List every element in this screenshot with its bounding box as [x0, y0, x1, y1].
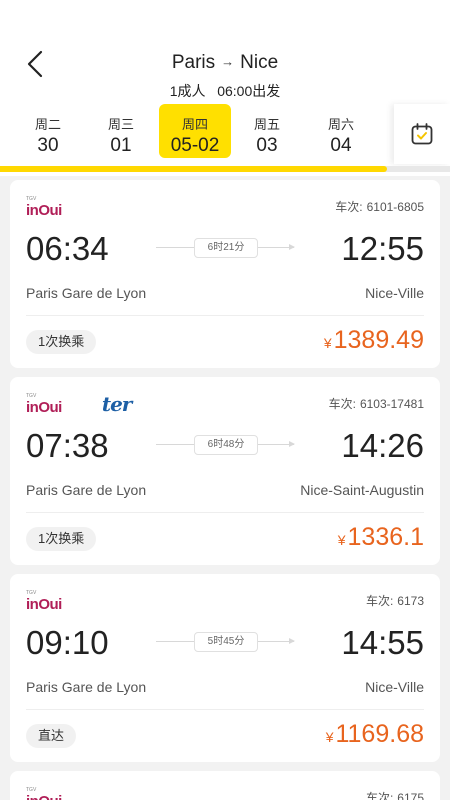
divider — [26, 315, 424, 316]
inoui-logo: TGVinOui — [26, 589, 62, 613]
calendar-button[interactable] — [394, 104, 450, 164]
operator-logos: TGV inOui ter — [26, 389, 132, 419]
departure-time-filter: 06:00出发 — [217, 83, 281, 99]
calendar-icon — [411, 123, 433, 145]
transfer-badge: 1次换乘 — [26, 330, 97, 354]
arrival-station: Nice-Ville — [365, 679, 424, 695]
inoui-logo: TGVinOui — [26, 392, 62, 416]
departure-station: Paris Gare de Lyon — [26, 679, 147, 695]
train-card[interactable]: TGV inOui ter 车次: 6103-17481 07:38 6时48分 1… — [10, 377, 440, 565]
passenger-count: 1成人 — [169, 83, 206, 99]
departure-station: Paris Gare de Lyon — [26, 482, 147, 498]
operator-logos: TGVinOui — [26, 192, 62, 222]
date-tab-4[interactable]: 周六 04 — [306, 104, 376, 158]
inoui-logo: TGVinOui — [26, 786, 62, 800]
departure-time: 09:10 — [26, 624, 109, 661]
date-day: 05-02 — [170, 135, 220, 156]
date-day: 04 — [330, 135, 352, 156]
arrival-station: Nice-Saint-Augustin — [300, 482, 424, 498]
operator-logos: TGVinOui — [26, 586, 62, 616]
trip-subtitle: 1成人 06:00出发 — [0, 81, 450, 101]
date-tab-3[interactable]: 周五 03 — [232, 104, 302, 158]
departure-time: 07:38 — [26, 427, 109, 464]
arrival-time: 12:55 — [341, 230, 424, 267]
train-number: 车次: 6175 — [365, 791, 424, 800]
arrival-time: 14:26 — [341, 427, 424, 464]
date-selector: 周二 30 周三 01 周四 05-02 周五 03 周六 04 — [0, 104, 392, 162]
arrival-station: Nice-Ville — [365, 285, 424, 301]
date-weekday: 周五 — [253, 117, 280, 132]
operator-logos: TGVinOui — [26, 783, 62, 800]
ter-logo: ter — [101, 392, 132, 416]
date-tab-1[interactable]: 周三 01 — [86, 104, 156, 158]
duration-badge: 6时48分 — [194, 435, 258, 455]
date-weekday: 周四 — [181, 117, 208, 132]
duration-badge: 6时21分 — [194, 238, 258, 258]
date-day: 03 — [256, 135, 278, 156]
date-scroll-indicator — [0, 166, 387, 172]
train-number: 车次: 6173 — [365, 594, 424, 608]
arrival-time: 14:55 — [341, 624, 424, 661]
inoui-logo: TGVinOui — [26, 195, 62, 219]
train-card[interactable]: TGVinOui 车次:6175 — [10, 771, 440, 800]
date-weekday: 周六 — [327, 117, 354, 132]
price: ¥1389.49 — [323, 326, 424, 354]
origin-city: Paris — [171, 52, 216, 73]
divider — [26, 709, 424, 710]
train-number: 车次: 6103-17481 — [328, 397, 424, 411]
transfer-badge: 1次换乘 — [26, 527, 97, 551]
price: ¥1169.68 — [325, 720, 424, 748]
header: Paris → Nice 1成人 06:00出发 周二 30 周三 01 周四 05… — [0, 0, 450, 176]
date-tab-0[interactable]: 周二 30 — [13, 104, 83, 158]
date-day: 30 — [37, 135, 59, 156]
departure-station: Paris Gare de Lyon — [26, 285, 147, 301]
date-tab-2-selected[interactable]: 周四 05-02 — [159, 104, 231, 158]
transfer-badge: 直达 — [26, 724, 77, 748]
departure-time: 06:34 — [26, 230, 109, 267]
train-number: 车次: 6101-6805 — [335, 200, 424, 214]
price: ¥1336.1 — [337, 523, 424, 551]
route-title: Paris → Nice — [0, 52, 450, 74]
arrow-right-icon: → — [221, 54, 235, 69]
date-weekday: 周三 — [107, 117, 134, 132]
train-card[interactable]: TGV inOui 车次: 6173 09:10 5时45分 14:55 Paris… — [10, 574, 440, 762]
train-card[interactable]: TGV inOui 车次: 6101-6805 06:34 6时21分 12:55 … — [10, 180, 440, 368]
date-day: 01 — [110, 135, 132, 156]
destination-city: Nice — [240, 52, 279, 73]
date-scroll-track — [0, 166, 450, 172]
duration-badge: 5时45分 — [194, 632, 258, 652]
date-weekday: 周二 — [34, 117, 61, 132]
divider — [26, 512, 424, 513]
